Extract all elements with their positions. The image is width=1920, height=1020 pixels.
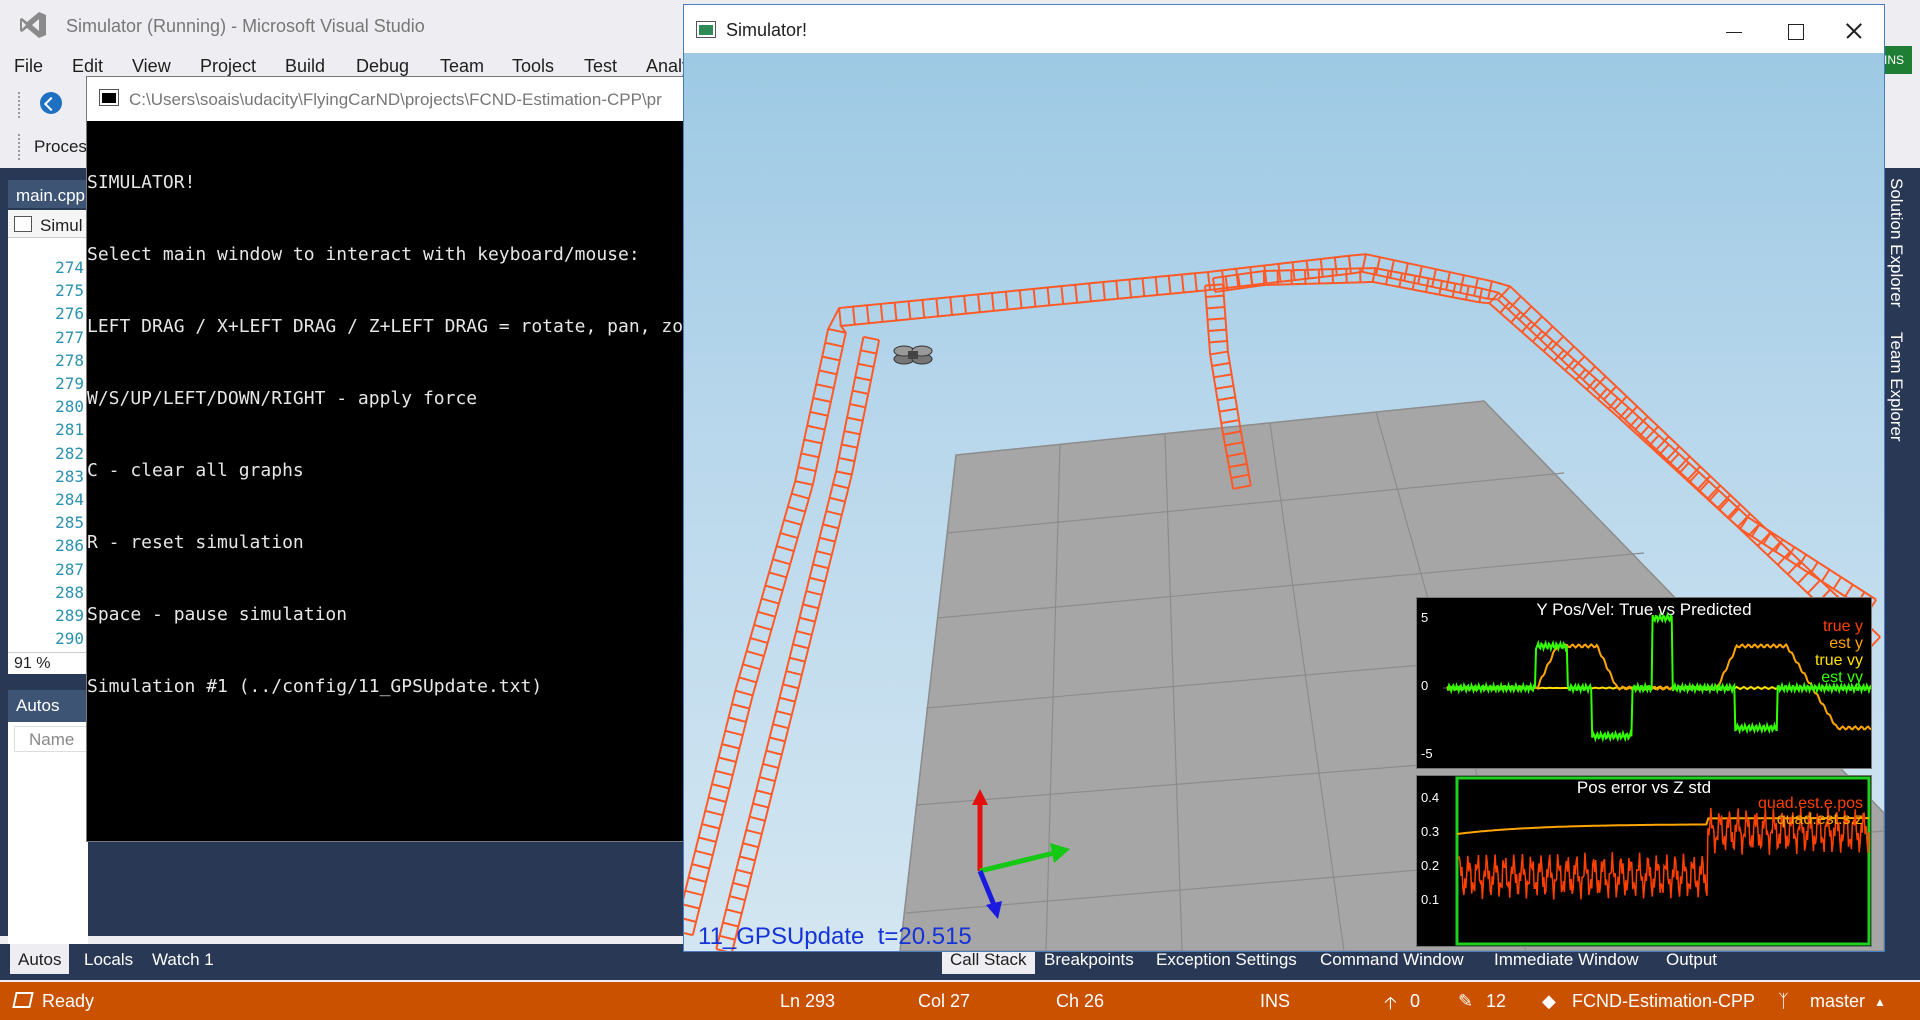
simulator-title-bar[interactable]: Simulator! xyxy=(684,5,1884,53)
tab-autos[interactable]: Autos xyxy=(10,944,70,974)
tab-watch-1[interactable]: Watch 1 xyxy=(144,944,222,974)
line-number: 277 xyxy=(55,327,84,347)
simulator-app-icon xyxy=(696,21,716,38)
line-number: 279 xyxy=(55,374,84,393)
zoom-level[interactable]: 91 % xyxy=(8,652,88,674)
simulation-status: 11_GPSUpdate t=20.515 xyxy=(698,923,972,951)
console-title-bar[interactable]: C:\Users\soais\udacity\FlyingCarND\proje… xyxy=(87,77,685,121)
legend-est-vy: est vy xyxy=(1821,669,1863,686)
graph-pos-error-vs-z-std[interactable]: Pos error vs Z std 0.4 0.3 0.2 0.1 quad.… xyxy=(1416,775,1872,947)
line-number: 289 xyxy=(55,606,84,625)
autos-panel xyxy=(8,722,88,944)
status-insert-mode: INS xyxy=(1260,991,1291,1011)
legend-est-y: est y xyxy=(1829,635,1863,652)
quadcopter-icon xyxy=(893,345,933,365)
project-icon xyxy=(14,216,32,232)
simulator-window[interactable]: Simulator! Y Pos/Vel: True vs Predicted … xyxy=(683,4,1885,952)
autos-name-column-header[interactable]: Name xyxy=(14,726,88,752)
autos-panel-title: Autos xyxy=(8,690,88,722)
console-line: W/S/UP/LEFT/DOWN/RIGHT - apply force xyxy=(87,388,478,409)
menu-team[interactable]: Team xyxy=(440,56,484,77)
menu-file[interactable]: File xyxy=(14,56,43,77)
menu-view[interactable]: View xyxy=(132,56,171,77)
visual-studio-logo-icon xyxy=(20,12,46,38)
toolbar-grip[interactable] xyxy=(18,134,22,160)
console-line: Simulation #1 (../config/11_GPSUpdate.tx… xyxy=(87,676,543,697)
console-window[interactable]: C:\Users\soais\udacity\FlyingCarND\proje… xyxy=(86,76,686,842)
navigate-back-icon[interactable] xyxy=(40,92,62,114)
console-line: Space - pause simulation xyxy=(87,604,348,625)
series-est-vy xyxy=(1446,611,1871,743)
menu-test[interactable]: Test xyxy=(584,56,617,77)
minimize-icon[interactable] xyxy=(1710,13,1756,47)
branch-icon[interactable]: ᛉ xyxy=(1778,991,1789,1012)
line-number: 283 xyxy=(55,466,84,486)
status-char: Ch 26 xyxy=(1056,991,1105,1011)
tab-main-cpp[interactable]: main.cpp xyxy=(8,180,88,208)
console-line: SIMULATOR! xyxy=(87,172,196,193)
line-number-gutter: 274 275 276 277 278 279 280 281 282 283 284 285 286 2… xyxy=(8,238,84,648)
line-number: 276 xyxy=(55,304,84,324)
menu-edit[interactable]: Edit xyxy=(72,56,103,77)
line-number: 275 xyxy=(55,281,84,301)
maximize-icon[interactable] xyxy=(1772,13,1818,47)
line-number: 282 xyxy=(55,443,84,463)
legend-quad-est-s-z: quad.est.s.z xyxy=(1776,811,1863,828)
graph-plot-area xyxy=(1443,611,1871,743)
console-line: R - reset simulation xyxy=(87,532,304,553)
console-line: LEFT DRAG / X+LEFT DRAG / Z+LEFT DRAG = … xyxy=(87,316,684,337)
unpublished-commits-count[interactable]: 0 xyxy=(1410,991,1420,1012)
scenario-name: 11_GPSUpdate xyxy=(698,923,865,950)
legend-true-y: true y xyxy=(1822,618,1863,635)
console-title: C:\Users\soais\udacity\FlyingCarND\proje… xyxy=(129,90,662,109)
ready-icon xyxy=(12,992,34,1008)
vs-window-title: Simulator (Running) - Microsoft Visual S… xyxy=(66,16,425,36)
menu-build[interactable]: Build xyxy=(285,56,325,77)
line-number: 285 xyxy=(55,513,84,533)
menu-project[interactable]: Project xyxy=(200,56,256,77)
process-label: Proces xyxy=(34,137,87,156)
console-line: C - clear all graphs xyxy=(87,460,304,481)
tab-solution-explorer[interactable]: Solution Explorer xyxy=(1886,178,1906,307)
console-line: Select main window to interact with keyb… xyxy=(87,244,640,265)
repository-icon[interactable]: ◆ xyxy=(1542,991,1556,1012)
simulator-title: Simulator! xyxy=(726,20,808,40)
legend-true-vy: true vy xyxy=(1814,652,1863,669)
pencil-icon[interactable]: ✎ xyxy=(1458,991,1473,1012)
line-number: 284 xyxy=(55,490,84,509)
simulator-3d-view[interactable]: Y Pos/Vel: True vs Predicted 5 0 -5 true… xyxy=(684,53,1884,951)
menu-debug[interactable]: Debug xyxy=(356,56,409,77)
line-number: 280 xyxy=(55,397,84,417)
status-column: Col 27 xyxy=(918,991,971,1011)
simulation-time: t=20.515 xyxy=(877,923,972,950)
line-number: 287 xyxy=(55,559,84,579)
status-line: Ln 293 xyxy=(780,991,836,1011)
line-number: 288 xyxy=(55,582,84,602)
editor-navigation-bar[interactable]: Simul xyxy=(8,210,88,238)
line-number: 278 xyxy=(55,350,84,370)
graph-legend: quad.est.e.pos quad.est.s.z xyxy=(1758,796,1863,828)
status-ready: Ready xyxy=(42,991,95,1011)
branch-name[interactable]: master xyxy=(1810,991,1865,1012)
menu-tools[interactable]: Tools xyxy=(512,56,554,77)
line-number: 286 xyxy=(55,536,84,556)
tab-locals[interactable]: Locals xyxy=(76,944,141,974)
graph-legend: true y est y true vy est vy xyxy=(1815,618,1863,686)
repository-name[interactable]: FCND-Estimation-CPP xyxy=(1572,991,1755,1012)
branch-menu-caret-icon[interactable]: ▲ xyxy=(1874,995,1886,1009)
graph-y-pos-vel[interactable]: Y Pos/Vel: True vs Predicted 5 0 -5 true… xyxy=(1416,597,1872,769)
close-icon[interactable] xyxy=(1830,13,1876,47)
tab-team-explorer[interactable]: Team Explorer xyxy=(1886,332,1906,442)
console-app-icon xyxy=(99,89,119,106)
pending-changes-count[interactable]: 12 xyxy=(1486,991,1506,1012)
status-bar: Ready Ln 293 Col 27 Ch 26 INS 🡡 0 ✎ 12 ◆… xyxy=(0,982,1920,1020)
legend-quad-est-e-pos: quad.est.e.pos xyxy=(1758,795,1863,812)
toolbar-grip[interactable] xyxy=(18,92,22,118)
console-output: SIMULATOR! Select main window to interac… xyxy=(87,123,685,747)
project-dropdown-label: Simul xyxy=(40,216,83,235)
line-number: 290 xyxy=(55,629,84,649)
line-number: 281 xyxy=(55,420,84,440)
arrow-up-icon[interactable]: 🡡 xyxy=(1384,991,1397,1020)
line-number: 274 xyxy=(55,258,84,277)
